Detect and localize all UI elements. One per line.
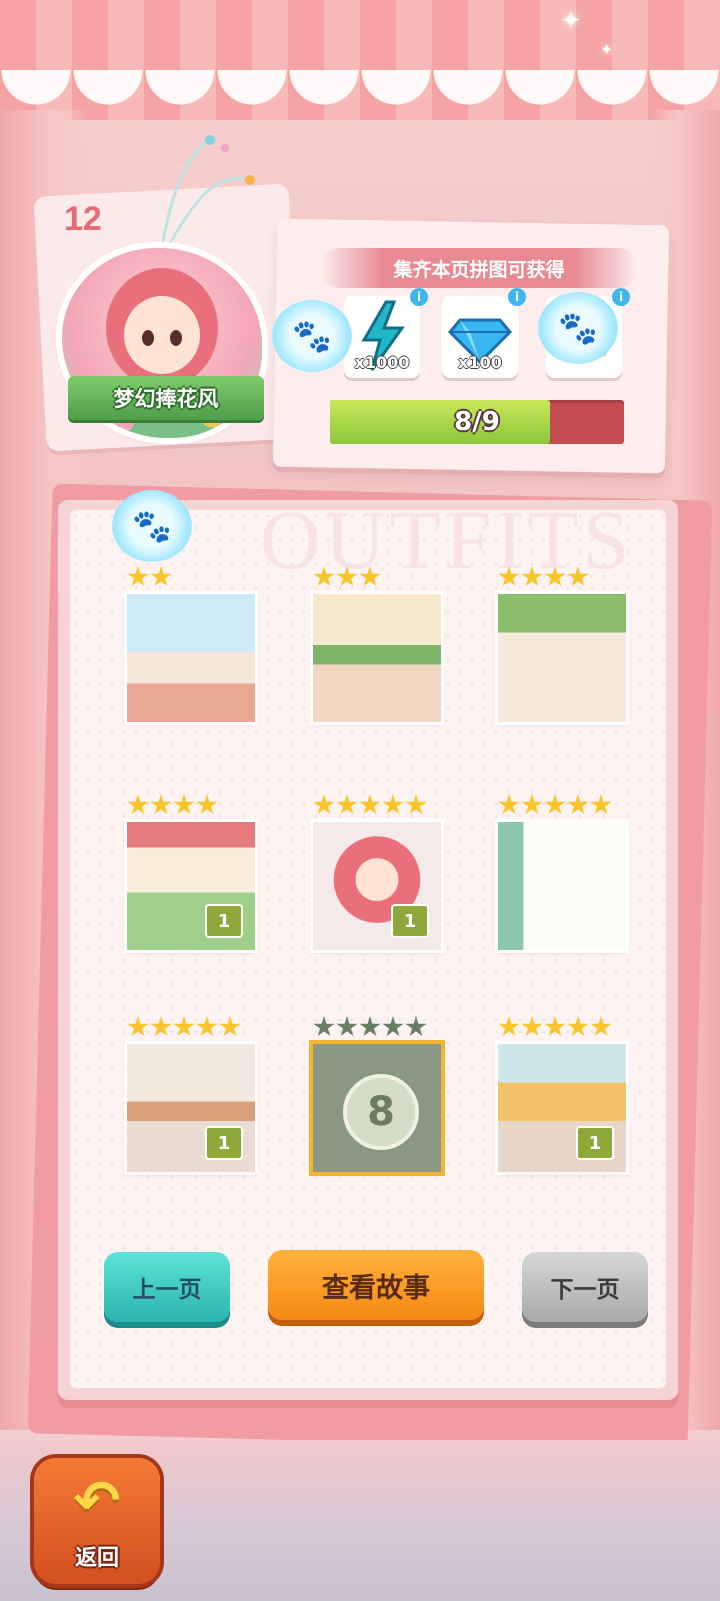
star-icon: [498, 794, 520, 815]
piece-star-rating: [127, 1016, 241, 1038]
sparkle-icon: ✦: [600, 40, 614, 59]
awning-scallop: [0, 70, 720, 120]
puzzle-piece[interactable]: [498, 594, 626, 722]
puzzle-piece[interactable]: [498, 822, 626, 950]
back-arrow-icon: ↶: [73, 1469, 121, 1534]
piece-count-badge: 1: [391, 904, 429, 938]
puzzle-piece[interactable]: 1: [498, 1044, 626, 1172]
star-icon: [150, 566, 172, 587]
back-button[interactable]: ↶ 返回: [34, 1458, 160, 1584]
star-icon: [196, 1016, 218, 1037]
piece-star-rating: [498, 1016, 612, 1038]
star-icon: [544, 1016, 566, 1037]
reward-qty: x100: [458, 353, 502, 372]
page-number: 12: [64, 200, 102, 238]
piece-star-rating: [127, 794, 218, 816]
star-icon: [382, 794, 404, 815]
sparkle-icon: ✦: [560, 6, 582, 36]
piece-count-badge: 1: [205, 1126, 243, 1160]
reward-title: 集齐本页拼图可获得: [320, 248, 638, 288]
paw-icon: 🐾: [538, 292, 618, 364]
collection-progress-bar: 8/9: [330, 400, 624, 444]
star-icon: [127, 794, 149, 815]
puzzle-piece[interactable]: [127, 594, 255, 722]
star-icon: [590, 794, 612, 815]
paw-icon: 🐾: [272, 300, 352, 372]
piece-star-rating: [313, 794, 427, 816]
outfit-name-ribbon: 梦幻捧花风: [68, 376, 264, 420]
star-icon: [313, 794, 335, 815]
star-icon: [219, 1016, 241, 1037]
back-label: 返回: [74, 1546, 119, 1571]
star-icon: [382, 1016, 404, 1037]
piece-star-rating: [498, 794, 612, 816]
puzzle-piece-locked[interactable]: 8: [313, 1044, 441, 1172]
puzzle-piece[interactable]: [313, 594, 441, 722]
puzzle-piece[interactable]: 1: [127, 822, 255, 950]
star-icon: [521, 794, 543, 815]
piece-star-rating: [313, 1016, 427, 1038]
star-icon: [567, 1016, 589, 1037]
star-icon: [173, 1016, 195, 1037]
star-icon: [150, 1016, 172, 1037]
info-icon[interactable]: i: [508, 288, 526, 306]
star-icon: [590, 1016, 612, 1037]
star-icon: [405, 1016, 427, 1037]
piece-artwork: [498, 822, 626, 950]
star-icon: [567, 794, 589, 815]
star-icon: [313, 1016, 335, 1037]
piece-artwork: [127, 594, 255, 722]
star-icon: [498, 566, 520, 587]
piece-star-rating: [127, 566, 172, 588]
star-icon: [196, 794, 218, 815]
star-icon: [127, 1016, 149, 1037]
star-icon: [313, 566, 335, 587]
paw-icon: 🐾: [112, 490, 192, 562]
piece-star-rating: [498, 566, 589, 588]
puzzle-piece[interactable]: 1: [313, 822, 441, 950]
info-icon[interactable]: i: [612, 288, 630, 306]
star-icon: [521, 1016, 543, 1037]
star-icon: [359, 794, 381, 815]
reward-item-diamond[interactable]: x100 i: [442, 288, 526, 378]
star-icon: [127, 566, 149, 587]
puzzle-piece[interactable]: 1: [127, 1044, 255, 1172]
locked-piece-number: 8: [343, 1074, 419, 1150]
star-icon: [498, 1016, 520, 1037]
star-icon: [359, 566, 381, 587]
star-icon: [336, 566, 358, 587]
star-icon: [173, 794, 195, 815]
star-icon: [359, 1016, 381, 1037]
star-icon: [521, 566, 543, 587]
star-icon: [567, 566, 589, 587]
star-icon: [405, 794, 427, 815]
info-icon[interactable]: i: [410, 288, 428, 306]
reward-item-energy[interactable]: x1000 i: [344, 288, 428, 378]
piece-artwork: [498, 594, 626, 722]
progress-text: 8/9: [454, 407, 500, 437]
star-icon: [336, 1016, 358, 1037]
reward-qty: x1000: [354, 353, 410, 372]
piece-artwork: [313, 594, 441, 722]
star-icon: [150, 794, 172, 815]
piece-count-badge: 1: [205, 904, 243, 938]
view-story-button[interactable]: 查看故事: [268, 1250, 484, 1320]
piece-count-badge: 1: [576, 1126, 614, 1160]
star-icon: [336, 794, 358, 815]
next-page-button[interactable]: 下一页: [522, 1252, 648, 1322]
prev-page-button[interactable]: 上一页: [104, 1252, 230, 1322]
star-icon: [544, 794, 566, 815]
piece-star-rating: [313, 566, 381, 588]
star-icon: [544, 566, 566, 587]
